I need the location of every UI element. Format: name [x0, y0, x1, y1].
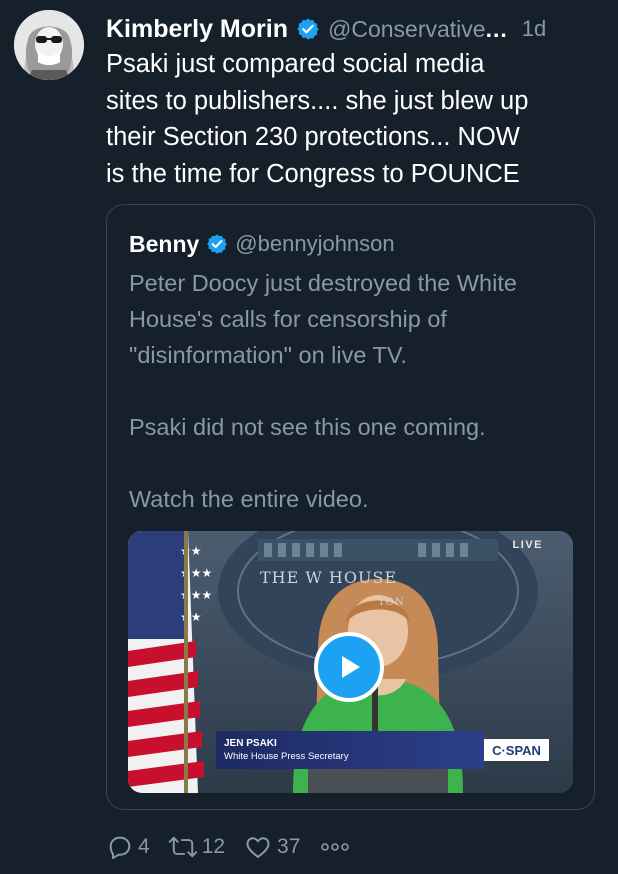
- reply-icon: [109, 836, 131, 860]
- handle-ellipsis: ...: [485, 15, 508, 42]
- tweet-text-line: Psaki just compared social media: [106, 50, 485, 78]
- quoted-tweet-text: Peter Doocy just destroyed the White Hou…: [129, 265, 579, 517]
- tweet[interactable]: Kimberly Morin @Conservative ... 1d Psak…: [0, 0, 618, 874]
- like-count: 37: [277, 835, 301, 858]
- tweet-header: Kimberly Morin @Conservative ... 1d: [106, 13, 606, 45]
- quoted-author-name[interactable]: Benny: [129, 231, 199, 258]
- quoted-tweet-header: Benny @bennyjohnson: [129, 229, 395, 259]
- video-player[interactable]: ★★ ★★★ ★★★ ★★ LIVE THE W HOUSE TON JEN P…: [128, 531, 573, 793]
- quoted-text-line: Watch the entire video.: [129, 486, 369, 512]
- svg-text:★★: ★★: [180, 544, 202, 558]
- quoted-tweet[interactable]: Benny @bennyjohnson Peter Doocy just des…: [106, 204, 595, 810]
- more-icon: [321, 843, 350, 851]
- retweet-button[interactable]: 12: [168, 833, 225, 861]
- quoted-text-line: Psaki did not see this one coming.: [129, 414, 486, 440]
- tweet-text: Psaki just compared social media sites t…: [106, 46, 606, 192]
- like-button[interactable]: 37: [243, 833, 300, 861]
- retweet-count: 12: [201, 835, 226, 858]
- reply-count: 4: [138, 835, 150, 858]
- author-handle[interactable]: @Conservative: [328, 16, 486, 43]
- tweet-text-line: sites to publishers.... she just blew up: [106, 86, 529, 115]
- live-badge: LIVE: [512, 539, 543, 551]
- tweet-text-line: is the time for Congress to POUNCE: [106, 159, 520, 188]
- quoted-author-handle[interactable]: @bennyjohnson: [235, 231, 394, 257]
- network-logo: C·SPAN: [484, 739, 549, 761]
- verified-icon: [296, 17, 320, 41]
- lower-third-title: White House Press Secretary: [224, 751, 349, 762]
- lower-third: JEN PSAKI White House Press Secretary: [216, 731, 484, 769]
- play-button[interactable]: [314, 632, 384, 702]
- avatar[interactable]: [14, 10, 84, 80]
- svg-text:★★: ★★: [180, 610, 202, 624]
- retweet-icon: [168, 836, 197, 858]
- tweet-actions: 4 12 37: [106, 832, 350, 862]
- verified-icon: [206, 233, 228, 255]
- reply-button[interactable]: 4: [106, 833, 150, 861]
- like-icon: [246, 837, 270, 858]
- quoted-text-line: Peter Doocy just destroyed the White: [129, 270, 517, 296]
- lower-third-name: JEN PSAKI: [224, 738, 277, 749]
- more-button[interactable]: [320, 841, 350, 853]
- play-icon: [342, 656, 360, 678]
- tweet-text-line: their Section 230 protections... NOW: [106, 123, 520, 151]
- author-name[interactable]: Kimberly Morin: [106, 15, 288, 44]
- quoted-text-line: "disinformation" on live TV.: [129, 342, 407, 368]
- quoted-text-line: House's calls for censorship of: [129, 306, 447, 332]
- tweet-timestamp[interactable]: 1d: [522, 16, 546, 42]
